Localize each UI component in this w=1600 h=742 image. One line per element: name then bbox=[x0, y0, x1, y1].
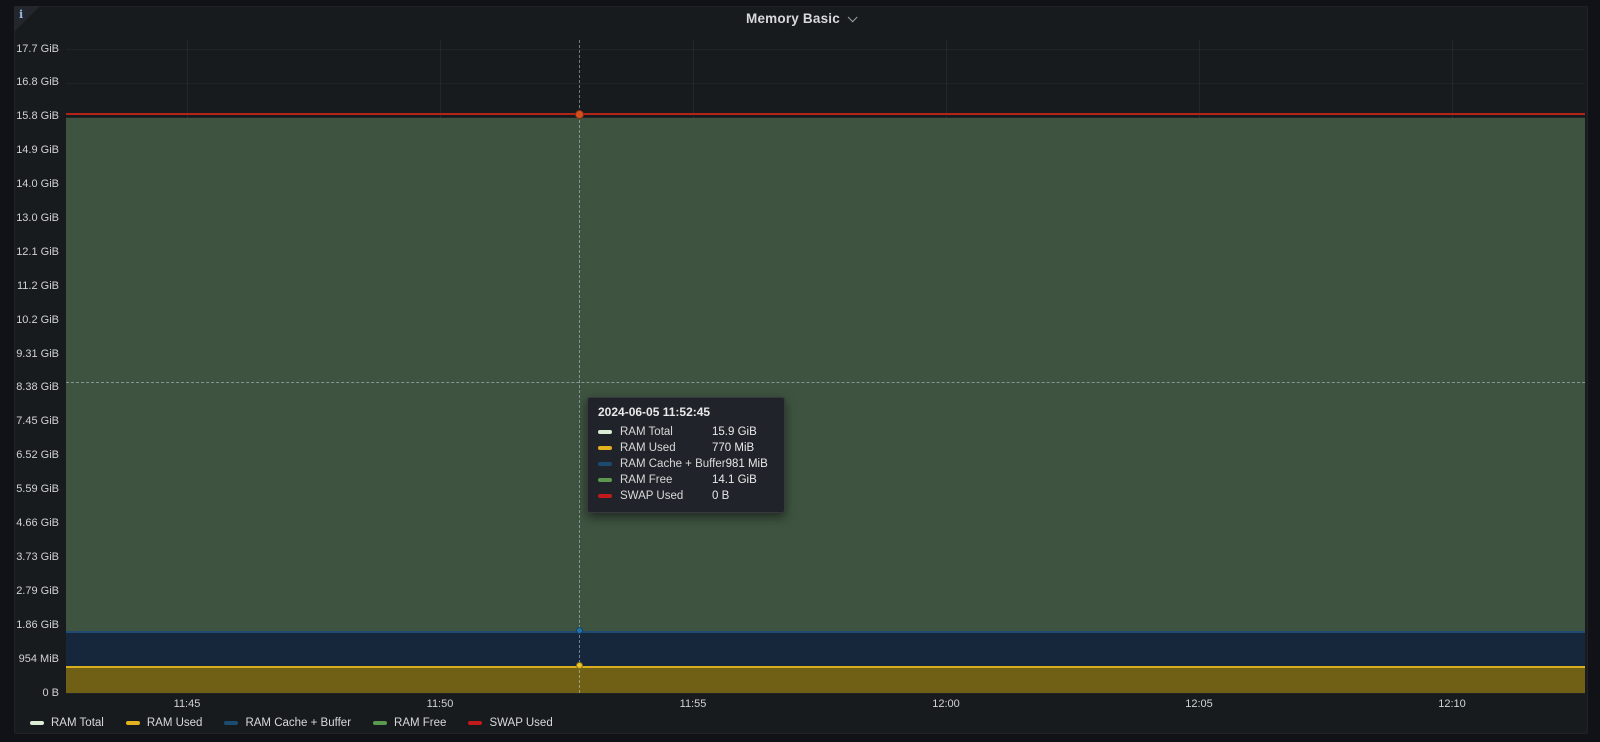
chevron-down-icon bbox=[848, 12, 858, 22]
x-axis-tick-label: 11:45 bbox=[152, 698, 222, 710]
series-color-swatch bbox=[598, 462, 612, 466]
legend-color-swatch bbox=[373, 721, 387, 725]
legend-color-swatch bbox=[126, 721, 140, 725]
y-axis-tick-label: 14.0 GiB bbox=[3, 178, 59, 190]
legend-item-swap-used[interactable]: SWAP Used bbox=[468, 717, 552, 729]
hover-dot-ram-used bbox=[576, 662, 583, 669]
y-axis-tick-label: 7.45 GiB bbox=[3, 415, 59, 427]
tooltip-row: RAM Used770 MiB bbox=[598, 440, 774, 456]
hover-dot-ram-total bbox=[575, 110, 584, 119]
tooltip-timestamp: 2024-06-05 11:52:45 bbox=[598, 405, 774, 419]
legend-label: RAM Cache + Buffer bbox=[245, 717, 351, 729]
x-axis-tick-label: 12:10 bbox=[1417, 698, 1487, 710]
tooltip-series-value: 14.1 GiB bbox=[712, 474, 774, 486]
tooltip-rows: RAM Total15.9 GiBRAM Used770 MiBRAM Cach… bbox=[598, 424, 774, 504]
y-axis-tick-label: 12.1 GiB bbox=[3, 246, 59, 258]
legend-label: RAM Used bbox=[147, 717, 203, 729]
tooltip-row: RAM Free14.1 GiB bbox=[598, 472, 774, 488]
series-area-ram-cache-buffer bbox=[66, 631, 1585, 666]
y-axis-tick-label: 1.86 GiB bbox=[3, 619, 59, 631]
tooltip-row: SWAP Used0 B bbox=[598, 488, 774, 504]
legend-item-ram-cache-buffer[interactable]: RAM Cache + Buffer bbox=[224, 717, 351, 729]
legend-item-ram-total[interactable]: RAM Total bbox=[30, 717, 104, 729]
y-axis-tick-label: 13.0 GiB bbox=[3, 212, 59, 224]
y-axis-tick-label: 10.2 GiB bbox=[3, 314, 59, 326]
legend-color-swatch bbox=[30, 721, 44, 725]
y-axis-tick-label: 954 MiB bbox=[3, 653, 59, 665]
legend: RAM Total RAM Used RAM Cache + Buffer RAM F… bbox=[30, 717, 553, 729]
tooltip-series-value: 0 B bbox=[712, 490, 774, 502]
series-line-ram-total bbox=[66, 113, 1585, 115]
y-axis-tick-label: 16.8 GiB bbox=[3, 76, 59, 88]
hover-dot-ram-cache-buffer bbox=[576, 627, 583, 634]
x-axis-tick-label: 11:55 bbox=[658, 698, 728, 710]
tooltip-series-name: RAM Cache + Buffer bbox=[620, 458, 726, 470]
series-color-swatch bbox=[598, 446, 612, 450]
legend-item-ram-used[interactable]: RAM Used bbox=[126, 717, 203, 729]
series-area-ram-free bbox=[66, 118, 1585, 631]
tooltip-series-name: RAM Total bbox=[620, 426, 712, 438]
x-axis-tick-label: 12:00 bbox=[911, 698, 981, 710]
crosshair-vertical bbox=[579, 40, 580, 693]
series-color-swatch bbox=[598, 430, 612, 434]
gridline-horizontal bbox=[66, 83, 1585, 84]
y-axis-tick-label: 0 B bbox=[3, 687, 59, 699]
y-axis-tick-label: 8.38 GiB bbox=[3, 381, 59, 393]
series-color-swatch bbox=[598, 494, 612, 498]
x-axis-tick-label: 11:50 bbox=[405, 698, 475, 710]
crosshair-horizontal bbox=[66, 382, 1585, 383]
gridline-horizontal bbox=[66, 49, 1585, 50]
tooltip-row: RAM Total15.9 GiB bbox=[598, 424, 774, 440]
gridline-horizontal bbox=[66, 693, 1585, 694]
x-axis-tick-label: 12:05 bbox=[1164, 698, 1234, 710]
tooltip-row: RAM Cache + Buffer981 MiB bbox=[598, 456, 774, 472]
series-area-ram-used bbox=[66, 666, 1585, 693]
grafana-dashboard: i Memory Basic 11:45 11:50 11:55 12:00 12:05… bbox=[0, 0, 1600, 742]
y-axis-tick-label: 17.7 GiB bbox=[3, 43, 59, 55]
y-axis-tick-label: 6.52 GiB bbox=[3, 449, 59, 461]
tooltip-series-name: RAM Free bbox=[620, 474, 712, 486]
y-axis-tick-label: 14.9 GiB bbox=[3, 144, 59, 156]
legend-label: RAM Free bbox=[394, 717, 446, 729]
chart-tooltip: 2024-06-05 11:52:45 RAM Total15.9 GiBRAM… bbox=[587, 397, 785, 513]
y-axis-tick-label: 11.2 GiB bbox=[3, 280, 59, 292]
panel-title: Memory Basic bbox=[746, 11, 840, 26]
panel-header[interactable]: Memory Basic bbox=[0, 10, 1600, 28]
tooltip-series-name: RAM Used bbox=[620, 442, 712, 454]
y-axis-tick-label: 15.8 GiB bbox=[3, 110, 59, 122]
legend-item-ram-free[interactable]: RAM Free bbox=[373, 717, 446, 729]
y-axis-tick-label: 2.79 GiB bbox=[3, 585, 59, 597]
y-axis-tick-label: 4.66 GiB bbox=[3, 517, 59, 529]
legend-label: RAM Total bbox=[51, 717, 104, 729]
y-axis-tick-label: 3.73 GiB bbox=[3, 551, 59, 563]
legend-color-swatch bbox=[224, 721, 238, 725]
y-axis-tick-label: 5.59 GiB bbox=[3, 483, 59, 495]
y-axis-tick-label: 9.31 GiB bbox=[3, 348, 59, 360]
tooltip-series-value: 770 MiB bbox=[712, 442, 774, 454]
panel-info-corner[interactable]: i bbox=[14, 6, 40, 32]
series-color-swatch bbox=[598, 478, 612, 482]
tooltip-series-value: 981 MiB bbox=[726, 458, 788, 470]
legend-label: SWAP Used bbox=[489, 717, 552, 729]
legend-color-swatch bbox=[468, 721, 482, 725]
info-icon: i bbox=[19, 8, 23, 21]
tooltip-series-value: 15.9 GiB bbox=[712, 426, 774, 438]
tooltip-series-name: SWAP Used bbox=[620, 490, 712, 502]
